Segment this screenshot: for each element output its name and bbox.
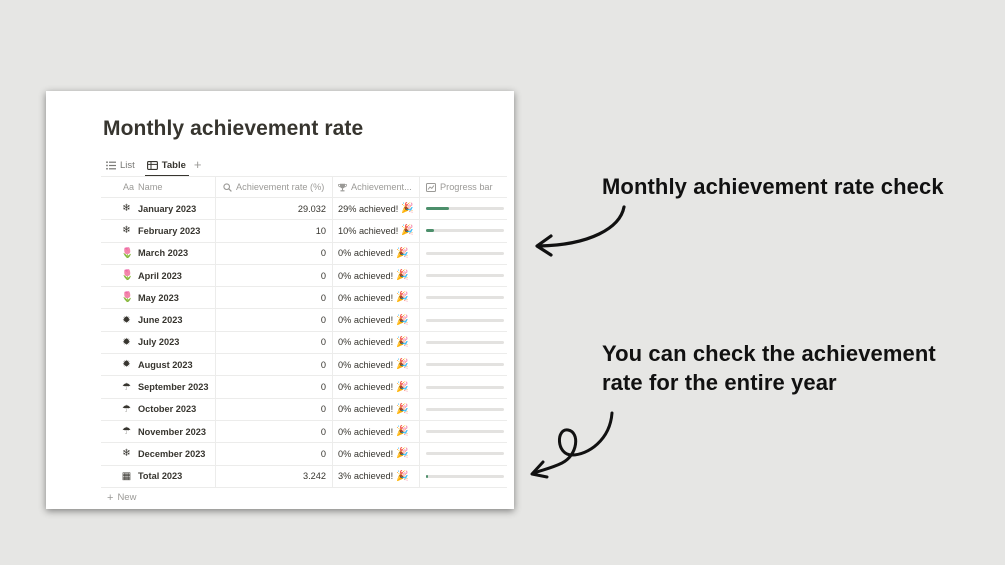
curly-arrow-icon [530,411,614,479]
